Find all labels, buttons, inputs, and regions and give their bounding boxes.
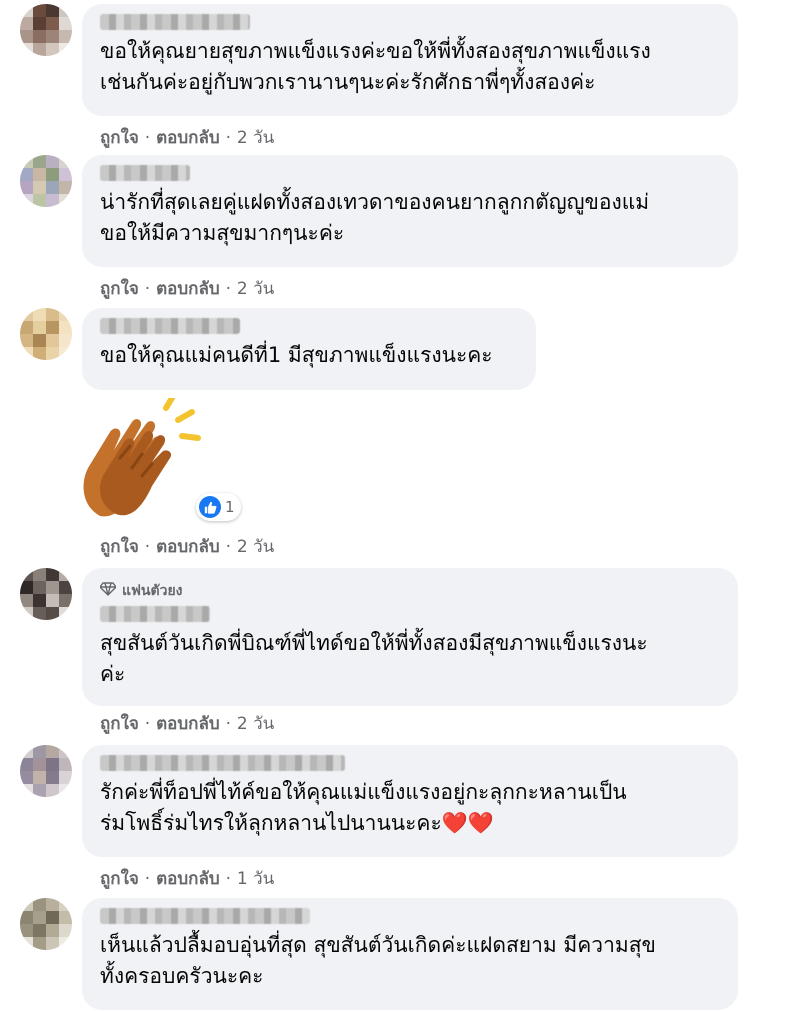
comment-text: น่ารักที่สุดเลยคู่แฝดทั้งสองเทวดาของคนยา… <box>100 190 650 245</box>
like-link[interactable]: ถูกใจ <box>100 128 139 148</box>
separator: · <box>225 279 231 299</box>
like-link[interactable]: ถูกใจ <box>100 279 139 299</box>
commenter-name-redacted[interactable] <box>100 908 310 924</box>
separator: · <box>225 869 231 889</box>
comment-bubble: น่ารักที่สุดเลยคู่แฝดทั้งสองเทวดาของคนยา… <box>82 155 738 267</box>
comment-text: สุขสันต์วันเกิดพี่บิณฑ์พี่ไทด์ขอให้พี่ทั… <box>100 631 648 686</box>
avatar[interactable] <box>20 745 72 797</box>
reply-link[interactable]: ตอบกลับ <box>156 279 220 299</box>
comment-actions: ถูกใจ · ตอบกลับ · 2 วัน <box>100 124 274 151</box>
commenter-name-redacted[interactable] <box>100 318 240 334</box>
comment-actions: ถูกใจ · ตอบกลับ · 2 วัน <box>100 533 274 560</box>
reply-link[interactable]: ตอบกลับ <box>156 714 220 734</box>
clapping-hands-icon <box>80 395 212 520</box>
timestamp[interactable]: 1 วัน <box>237 869 274 889</box>
comment-actions: ถูกใจ · ตอบกลับ · 2 วัน <box>100 275 274 302</box>
like-link[interactable]: ถูกใจ <box>100 537 139 557</box>
reaction-count: 1 <box>225 498 235 516</box>
separator: · <box>144 714 151 734</box>
commenter-name-redacted[interactable] <box>100 755 345 771</box>
comment-text: ขอให้คุณยายสุขภาพแข็งแรงค่ะขอให้พี่ทั้งส… <box>100 39 651 94</box>
top-fan-badge[interactable]: แฟนตัวยง <box>99 580 722 602</box>
comment-bubble: รักค่ะพี่ท็อปพี่ไท้ค์ขอให้คุณแม่แข็งแรงอ… <box>82 745 738 857</box>
comment-text: ขอให้คุณแม่คนดีที่1 มีสุขภาพแข็งแรงนะคะ <box>100 343 493 367</box>
commenter-name-redacted[interactable] <box>100 14 250 30</box>
separator: · <box>144 537 151 557</box>
comment-bubble: ขอให้คุณแม่คนดีที่1 มีสุขภาพแข็งแรงนะคะ <box>82 308 536 390</box>
timestamp[interactable]: 2 วัน <box>237 128 274 148</box>
separator: · <box>144 128 151 148</box>
timestamp[interactable]: 2 วัน <box>237 537 274 557</box>
separator: · <box>144 279 151 299</box>
comment-bubble: แฟนตัวยง สุขสันต์วันเกิดพี่บิณฑ์พี่ไทด์ข… <box>82 568 738 706</box>
avatar[interactable] <box>20 568 72 620</box>
comment-actions: ถูกใจ · ตอบกลับ · 1 วัน <box>100 865 274 892</box>
reaction-summary[interactable]: 1 <box>196 493 241 521</box>
separator: · <box>144 869 151 889</box>
separator: · <box>225 714 231 734</box>
reply-link[interactable]: ตอบกลับ <box>156 869 220 889</box>
comment-text: เห็นแล้วปลื้มอบอุ่นที่สุด สุขสันต์วันเกิ… <box>100 933 656 988</box>
timestamp[interactable]: 2 วัน <box>237 714 274 734</box>
avatar[interactable] <box>20 155 72 207</box>
like-icon <box>199 496 221 518</box>
comment-bubble: ขอให้คุณยายสุขภาพแข็งแรงค่ะขอให้พี่ทั้งส… <box>82 4 738 116</box>
like-link[interactable]: ถูกใจ <box>100 869 139 889</box>
separator: · <box>225 128 231 148</box>
separator: · <box>225 537 231 557</box>
comment-text: รักค่ะพี่ท็อปพี่ไท้ค์ขอให้คุณแม่แข็งแรงอ… <box>100 780 627 835</box>
commenter-name-redacted[interactable] <box>100 606 210 622</box>
badge-label: แฟนตัวยง <box>122 583 183 599</box>
diamond-icon <box>99 582 117 600</box>
timestamp[interactable]: 2 วัน <box>237 279 274 299</box>
avatar[interactable] <box>20 898 72 950</box>
like-link[interactable]: ถูกใจ <box>100 714 139 734</box>
avatar[interactable] <box>20 308 72 360</box>
comment-actions: ถูกใจ · ตอบกลับ · 2 วัน <box>100 710 274 737</box>
reply-link[interactable]: ตอบกลับ <box>156 128 220 148</box>
commenter-name-redacted[interactable] <box>100 165 190 181</box>
comment-bubble: เห็นแล้วปลื้มอบอุ่นที่สุด สุขสันต์วันเกิ… <box>82 898 738 1010</box>
reply-link[interactable]: ตอบกลับ <box>156 537 220 557</box>
avatar[interactable] <box>20 4 72 56</box>
